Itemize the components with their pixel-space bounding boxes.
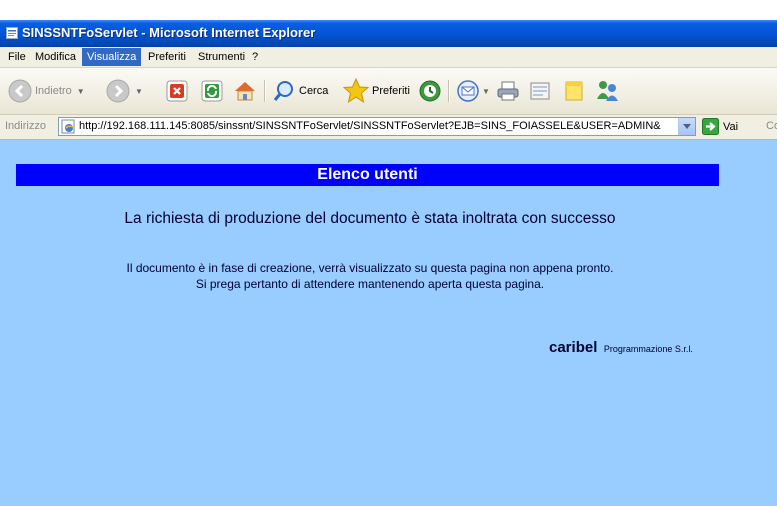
printer-icon: [497, 81, 519, 101]
search-button[interactable]: Cerca: [272, 78, 328, 104]
favorites-button[interactable]: Preferiti: [343, 78, 410, 104]
home-icon: [235, 82, 255, 101]
edit-button[interactable]: [528, 78, 552, 104]
menu-file[interactable]: File: [3, 48, 31, 66]
history-button[interactable]: [418, 78, 442, 104]
messenger-icon: [597, 81, 618, 101]
window-title-bar[interactable]: SINSSNTFoServlet - Microsoft Internet Ex…: [0, 20, 777, 47]
page-content: Elenco utenti La richiesta di produzione…: [0, 140, 777, 506]
toolbar: Indietro ▼ ▼ Cerca Preferiti ▼: [0, 68, 777, 115]
mail-icon: [457, 80, 479, 102]
edit-document-icon: [530, 82, 550, 100]
links-toolbar-label[interactable]: Co: [766, 120, 777, 132]
mail-button[interactable]: ▼: [456, 78, 490, 104]
menu-modifica[interactable]: Modifica: [30, 48, 81, 66]
status-message-line1: Il documento è in fase di creazione, ver…: [126, 261, 614, 275]
menu-strumenti[interactable]: Strumenti: [193, 48, 250, 66]
stop-button[interactable]: [166, 78, 188, 104]
brand-subtitle: Programmazione S.r.l.: [603, 344, 693, 354]
address-bar: Indirizzo http://192.168.111.145:8085/si…: [0, 115, 777, 140]
window-title: SINSSNTFoServlet - Microsoft Internet Ex…: [22, 25, 316, 40]
toolbar-separator: [448, 80, 450, 102]
refresh-button[interactable]: [201, 78, 223, 104]
menu-preferiti[interactable]: Preferiti: [143, 48, 191, 66]
note-icon: [565, 81, 583, 101]
forward-arrow-icon: [106, 79, 130, 103]
back-button[interactable]: Indietro ▼: [8, 78, 85, 104]
mail-dropdown-icon[interactable]: ▼: [482, 87, 490, 96]
ie-page-icon: [6, 27, 18, 39]
print-button[interactable]: [496, 78, 520, 104]
stop-icon: [166, 80, 188, 102]
menu-help[interactable]: ?: [247, 48, 263, 66]
address-url[interactable]: http://192.168.111.145:8085/sinssnt/SINS…: [79, 120, 675, 132]
go-label: Vai: [723, 120, 739, 133]
search-label: Cerca: [299, 85, 329, 97]
address-dropdown-icon[interactable]: [678, 118, 695, 135]
back-arrow-icon: [8, 79, 32, 103]
history-icon: [419, 80, 441, 102]
status-heading: La richiesta di produzione del documento…: [124, 210, 616, 227]
address-label: Indirizzo: [5, 120, 46, 132]
back-label: Indietro: [35, 85, 72, 97]
page-banner: Elenco utenti: [16, 164, 719, 186]
back-dropdown-icon[interactable]: ▼: [77, 87, 85, 96]
star-icon: [343, 78, 369, 104]
company-logo: caribel Programmazione S.r.l.: [549, 339, 693, 357]
address-field[interactable]: http://192.168.111.145:8085/sinssnt/SINS…: [58, 117, 696, 136]
brand-name: caribel: [549, 339, 598, 356]
home-button[interactable]: [233, 78, 257, 104]
go-button[interactable]: Vai: [702, 118, 738, 135]
favorites-label: Preferiti: [372, 85, 410, 97]
forward-button[interactable]: ▼: [106, 78, 143, 104]
discuss-button[interactable]: [562, 78, 586, 104]
menu-visualizza[interactable]: Visualizza: [82, 48, 142, 66]
ie-page-icon: [61, 119, 75, 134]
toolbar-separator: [264, 80, 266, 102]
status-message-line2: Si prega pertanto di attendere mantenend…: [195, 277, 545, 291]
refresh-icon: [201, 80, 223, 102]
search-icon: [273, 81, 293, 101]
go-arrow-icon: [702, 118, 719, 135]
forward-dropdown-icon[interactable]: ▼: [135, 87, 143, 96]
menu-bar: File Modifica Visualizza Preferiti Strum…: [0, 47, 777, 68]
messenger-button[interactable]: [594, 78, 620, 104]
